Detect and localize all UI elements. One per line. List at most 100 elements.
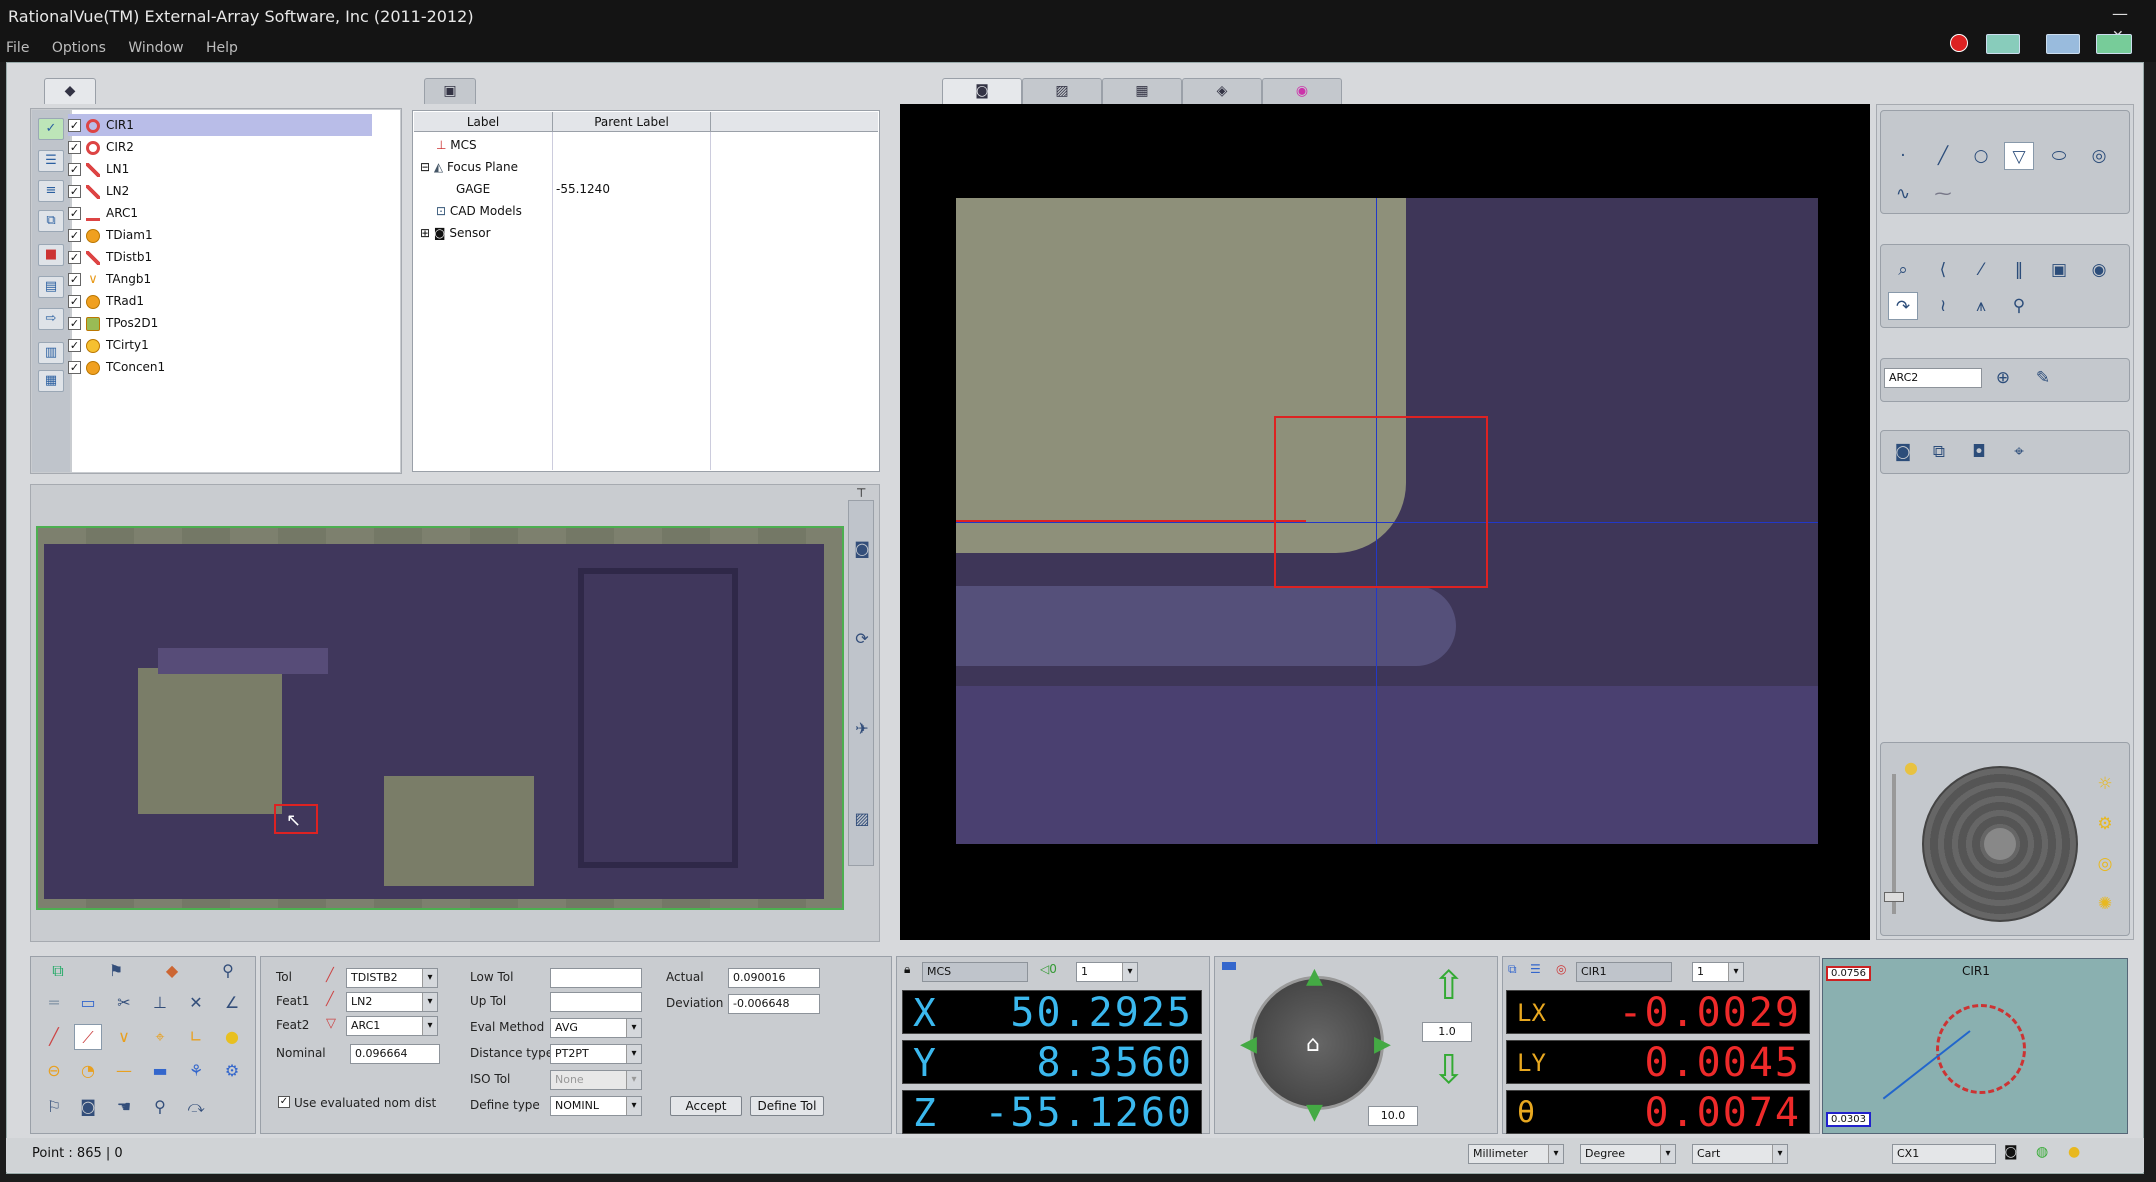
tol-tab-1-icon[interactable]: ⧉ [44,958,72,984]
report-icon[interactable]: ▤ [38,276,64,298]
gauge-icon[interactable]: ⩚ [1966,292,1996,320]
capture-icon[interactable]: ◙ [1888,438,1918,466]
tol-run-icon[interactable]: ⤼ [182,1094,210,1120]
coarse-step-input[interactable]: 10.0 [1368,1106,1418,1126]
up-tol-input[interactable] [550,992,642,1012]
machine-icon[interactable] [2046,34,2080,54]
checkbox-icon[interactable]: ✓ [68,273,81,286]
connect-icon[interactable] [2096,34,2132,54]
camera-icon[interactable]: ◙ [848,536,876,562]
tol-combo[interactable]: TDISTB2 [346,968,438,988]
jog-left-icon[interactable]: ◀ [1240,1032,1257,1057]
jog-up-icon[interactable]: ▲ [1306,964,1323,989]
menu-help[interactable]: Help [206,40,238,56]
feat2-combo[interactable]: ARC1 [346,1016,438,1036]
angle-units-combo[interactable]: Degree [1580,1144,1676,1164]
tol-straightness-icon[interactable]: — [110,1058,138,1084]
list-icon[interactable]: ☰ [1530,962,1541,976]
tol-ground-icon[interactable]: ⊥ [146,990,174,1016]
checkbox-icon[interactable]: ✓ [68,163,81,176]
tol-dist-icon[interactable]: ═ [40,990,68,1016]
accept-button[interactable]: Accept [670,1096,742,1116]
tab-3d[interactable]: ◈ [1182,78,1262,104]
checkbox-icon[interactable]: ✓ [68,295,81,308]
tol-tab-2-icon[interactable]: ⚑ [102,958,130,984]
zoom-tool-icon[interactable]: ⌕ [1888,256,1918,284]
export-icon[interactable]: ⇨ [38,308,64,330]
tol-angle-icon[interactable]: ∠ [218,990,246,1016]
z-down-icon[interactable]: ⇩ [1432,1050,1466,1090]
motion-mode-icon[interactable] [1222,962,1236,970]
point-tool-icon[interactable]: · [1888,142,1918,170]
eval-method-combo[interactable]: AVG [550,1018,642,1038]
arc-tool-icon[interactable]: ▽ [2004,142,2034,170]
tol-intersect-icon[interactable]: ✕ [182,990,210,1016]
tab-color[interactable]: ◉ [1262,78,1342,104]
feature-item[interactable]: ✓ TDistb1 [68,246,152,268]
status-light-icon[interactable]: ● [2068,1144,2080,1160]
menu-window[interactable]: Window [128,40,183,56]
home-icon[interactable] [1986,34,2020,54]
probe-icon[interactable]: ⁄ [1966,256,1996,284]
line-tool-icon[interactable]: ╱ [1928,142,1958,170]
tol-cross-icon[interactable]: ✂ [110,990,138,1016]
capture-stage-icon[interactable]: ◘ [1964,438,1994,466]
pin-icon[interactable]: ⊤ [856,486,866,500]
col-header-parent[interactable]: Parent Label [552,112,710,132]
checkbox-icon[interactable]: ✓ [68,251,81,264]
checkbox-icon[interactable]: ✓ [68,229,81,242]
column-icon[interactable]: ‖ [2004,256,2034,284]
tol-runout-icon[interactable]: ⚘ [182,1058,210,1084]
tree-row-focus[interactable]: ⊟ ◭ Focus Plane [420,156,518,178]
ring-light-center[interactable] [1984,828,2016,860]
tol-tab-4-icon[interactable]: ⚲ [214,958,242,984]
checkbox-icon[interactable]: ✓ [68,185,81,198]
expand-icon[interactable]: ⊞ [420,226,430,240]
coord-mode-combo[interactable]: Cart [1692,1144,1788,1164]
stop-icon[interactable] [1950,34,1968,52]
coax-light-icon[interactable]: ⚙ [2090,810,2120,838]
tol-angle-tol-icon[interactable]: ∨ [110,1024,138,1050]
tol-export-icon[interactable]: ⚐ [40,1094,68,1120]
calibrate-icon[interactable]: ⌖ [2004,438,2034,466]
checkbox-icon[interactable]: ✓ [68,207,81,220]
tol-concentric-icon[interactable]: ⚙ [218,1058,246,1084]
define-tol-button[interactable]: Define Tol [750,1096,824,1116]
ring-light-icon[interactable]: ◎ [2090,850,2120,878]
units-combo[interactable]: Millimeter [1468,1144,1564,1164]
z-up-icon[interactable]: ⇧ [1432,966,1466,1006]
feature-item[interactable]: ✓ LN1 [68,158,129,180]
edit-feature-icon[interactable]: ✎ [2030,366,2056,390]
tol-circularity-icon[interactable]: ● [218,1024,246,1050]
circle-tool-icon[interactable]: ○ [1966,142,1996,170]
jog-right-icon[interactable]: ▶ [1374,1032,1391,1057]
checkbox-icon[interactable]: ✓ [68,339,81,352]
feature-item[interactable]: ✓ TRad1 [68,290,144,312]
col-header-label[interactable]: Label [414,112,552,132]
tab-image[interactable]: ▨ [1022,78,1102,104]
person-icon[interactable]: ⚲ [2004,292,2034,320]
tab-grid[interactable]: ▦ [1102,78,1182,104]
feature-dro-num[interactable]: 1 [1692,962,1744,982]
list-view-icon[interactable]: ☰ [38,150,64,172]
distance-type-combo[interactable]: PT2PT [550,1044,642,1064]
iso-tol-combo[interactable]: None [550,1070,642,1090]
back-light-icon[interactable]: ✺ [2090,890,2120,918]
tol-radius-icon[interactable]: ◔ [74,1058,102,1084]
tab-features[interactable]: ◆ [44,78,96,104]
menu-options[interactable]: Options [52,40,106,56]
tol-parallel-icon[interactable]: ▭ [74,990,102,1016]
menu-file[interactable]: File [6,40,29,56]
new-feature-icon[interactable]: ⊕ [1990,366,2016,390]
feature-item[interactable]: ✓ CIR1 [68,114,372,136]
collapse-icon[interactable]: ⊟ [420,160,430,174]
coord-num-combo[interactable]: 1 [1076,962,1138,982]
spline-tool-icon[interactable]: ⁓ [1928,180,1958,208]
tree-row-sensor[interactable]: ⊞ ◙ Sensor [420,222,491,244]
feature-item[interactable]: ✓ TConcen1 [68,356,165,378]
tol-pt-dist-icon[interactable]: ⟋ [74,1024,102,1050]
low-tol-input[interactable] [550,968,642,988]
checkbox-icon[interactable]: ✓ [68,317,81,330]
tree-view-icon[interactable]: ≡ [38,180,64,202]
feature-item[interactable]: ✓ TCirty1 [68,334,149,356]
